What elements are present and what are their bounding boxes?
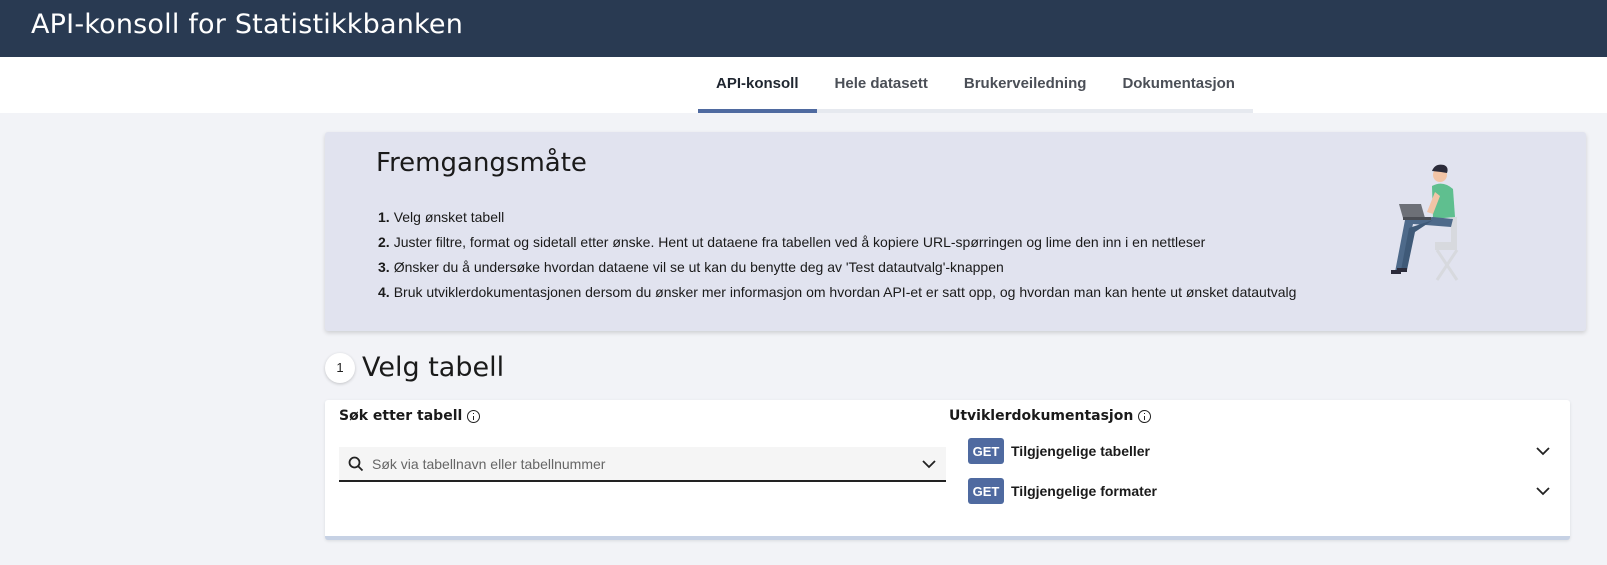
search-label-text: Søk etter tabell	[339, 408, 463, 424]
table-search-combobox[interactable]	[339, 447, 946, 482]
select-table-card: Søk etter tabell Utviklerdokumentasjon G…	[325, 400, 1570, 540]
app-header: API-konsoll for Statistikkbanken	[0, 0, 1607, 57]
step-text: Juster filtre, format og sidetall etter …	[393, 234, 1206, 250]
section-header: 1 Velg tabell	[325, 352, 504, 383]
tab-dokumentasjon[interactable]: Dokumentasjon	[1104, 57, 1253, 109]
person-with-laptop-illustration	[1391, 164, 1459, 281]
tab-list: API-konsoll Hele datasett Brukerveiledni…	[698, 57, 1253, 113]
tab-label: API-konsoll	[716, 74, 799, 92]
step-number-badge: 1	[325, 352, 355, 383]
tab-label: Hele datasett	[834, 74, 928, 92]
step-item: 4. Bruk utviklerdokumentasjonen dersom du…	[378, 280, 1296, 305]
step-text: Bruk utviklerdokumentasjonen dersom du ø…	[393, 284, 1297, 300]
chevron-down-icon[interactable]	[1534, 442, 1552, 460]
step-number: 2.	[378, 234, 390, 250]
step-number: 3.	[378, 259, 390, 275]
howto-steps: 1. Velg ønsket tabell 2. Juster filtre, fo…	[378, 205, 1296, 305]
endpoint-formats-accordion[interactable]: GET Tilgjengelige formater	[968, 478, 1552, 504]
info-icon[interactable]	[1138, 409, 1152, 423]
howto-panel: Fremgangsmåte 1. Velg ønsket tabell 2. Jus…	[325, 132, 1586, 331]
endpoint-tables-accordion[interactable]: GET Tilgjengelige tabeller	[968, 438, 1552, 464]
step-number: 1.	[378, 209, 390, 225]
tab-label: Brukerveiledning	[963, 74, 1087, 92]
step-text: Velg ønsket tabell	[393, 209, 505, 225]
tab-api-konsoll[interactable]: API-konsoll	[698, 57, 817, 113]
tab-label: Dokumentasjon	[1122, 74, 1235, 92]
app-title: API-konsoll for Statistikkbanken	[31, 9, 464, 40]
info-icon[interactable]	[467, 409, 481, 423]
devdocs-label-text: Utviklerdokumentasjon	[949, 408, 1134, 424]
http-method-badge: GET	[968, 438, 1004, 464]
section-title: Velg tabell	[362, 352, 505, 383]
chevron-down-icon[interactable]	[1534, 482, 1552, 500]
http-method-badge: GET	[968, 478, 1004, 504]
step-item: 2. Juster filtre, format og sidetall ette…	[378, 230, 1296, 255]
search-input[interactable]	[364, 455, 920, 472]
endpoint-label: Tilgjengelige formater	[1011, 483, 1157, 499]
search-icon	[348, 456, 364, 471]
chevron-down-icon[interactable]	[920, 455, 938, 473]
devdocs-label: Utviklerdokumentasjon	[949, 408, 1152, 424]
tab-hele-datasett[interactable]: Hele datasett	[817, 57, 946, 109]
nav-bar: API-konsoll Hele datasett Brukerveiledni…	[0, 57, 1607, 113]
search-label: Søk etter tabell	[339, 408, 481, 424]
step-number: 4.	[378, 284, 390, 300]
howto-title: Fremgangsmåte	[376, 148, 587, 178]
step-item: 1. Velg ønsket tabell	[378, 205, 1296, 230]
step-item: 3. Ønsker du å undersøke hvordan dataene …	[378, 255, 1296, 280]
step-text: Ønsker du å undersøke hvordan dataene vi…	[393, 259, 1004, 275]
tab-brukerveiledning[interactable]: Brukerveiledning	[946, 57, 1105, 109]
endpoint-label: Tilgjengelige tabeller	[1011, 443, 1151, 459]
